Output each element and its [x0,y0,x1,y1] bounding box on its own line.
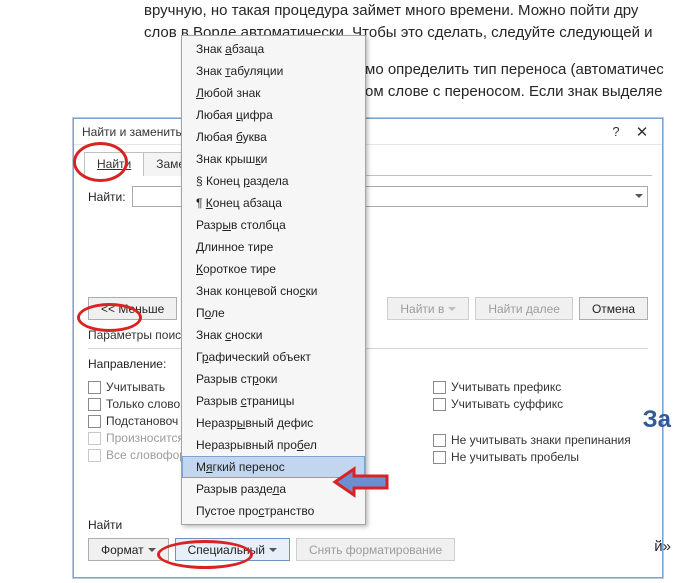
format-button[interactable]: Формат [88,538,169,561]
check-sounds [88,432,101,445]
check-prefix[interactable] [433,381,446,394]
find-in-button[interactable]: Найти в [387,297,469,320]
check-wildcard-label: Подстановоч [106,414,178,428]
menu-item-11[interactable]: Знак концевой сноски [182,280,365,302]
check-sounds-label: Произносится [106,431,184,445]
menu-item-13[interactable]: Знак сноски [182,324,365,346]
find-next-button[interactable]: Найти далее [475,297,573,320]
check-suffix[interactable] [433,398,446,411]
menu-item-16[interactable]: Разрыв страницы [182,390,365,412]
background-text-1: За [643,406,671,434]
menu-item-20[interactable]: Разрыв раздела [182,478,365,500]
close-button[interactable]: ✕ [630,122,654,142]
dialog-title: Найти и заменить [82,125,182,139]
check-case-label: Учитывать [106,380,165,394]
menu-item-4[interactable]: Любая буква [182,126,365,148]
tab-body: Найти: << Меньше Найти в Найти далее Отм… [84,175,652,475]
check-ignore-spaces[interactable] [433,451,446,464]
check-wordforms [88,449,101,462]
menu-item-12[interactable]: Поле [182,302,365,324]
check-ignore-punct[interactable] [433,434,446,447]
menu-item-9[interactable]: Длинное тире [182,236,365,258]
menu-item-21[interactable]: Пустое пространство [182,500,365,522]
menu-item-19[interactable]: Мягкий перенос [182,456,365,478]
tab-find[interactable]: Найти [84,152,144,176]
menu-item-5[interactable]: Знак крышки [182,148,365,170]
help-button[interactable]: ? [604,122,628,142]
direction-label: Направление: [88,357,166,371]
titlebar: Найти и заменить ? ✕ [74,119,662,145]
check-wholeword[interactable] [88,398,101,411]
article-paragraph-2: мо определить тип переноса (автоматичес … [365,59,671,103]
check-ignore-punct-label: Не учитывать знаки препинания [451,433,631,447]
tab-strip: Найти Заменить Перейти [74,145,662,175]
check-wholeword-label: Только слово [106,397,180,411]
check-ignore-spaces-label: Не учитывать пробелы [451,450,579,464]
check-prefix-label: Учитывать префикс [451,380,561,394]
check-suffix-label: Учитывать суффикс [451,397,563,411]
menu-item-2[interactable]: Любой знак [182,82,365,104]
menu-item-6[interactable]: § Конец раздела [182,170,365,192]
menu-item-15[interactable]: Разрыв строки [182,368,365,390]
menu-item-7[interactable]: ¶ Конец абзаца [182,192,365,214]
menu-item-18[interactable]: Неразрывный пробел [182,434,365,456]
special-menu: Знак абзацаЗнак табуляцииЛюбой знакЛюбая… [181,35,366,525]
check-case[interactable] [88,381,101,394]
less-button[interactable]: << Меньше [88,297,177,320]
menu-item-0[interactable]: Знак абзаца [182,38,365,60]
menu-item-3[interactable]: Любая цифра [182,104,365,126]
menu-item-17[interactable]: Неразрывный дефис [182,412,365,434]
check-wildcard[interactable] [88,415,101,428]
menu-item-10[interactable]: Короткое тире [182,258,365,280]
menu-item-1[interactable]: Знак табуляции [182,60,365,82]
check-wordforms-label: Все словофор [106,448,186,462]
cancel-button[interactable]: Отмена [579,297,648,320]
menu-item-14[interactable]: Графический объект [182,346,365,368]
find-label: Найти: [88,190,132,204]
background-text-2: й» [654,538,671,555]
clear-formatting-button[interactable]: Снять форматирование [296,538,455,561]
search-options-label: Параметры поиска [88,328,648,342]
menu-item-8[interactable]: Разрыв столбца [182,214,365,236]
special-button[interactable]: Специальный [175,538,290,561]
find-replace-dialog: Найти и заменить ? ✕ Найти Заменить Пере… [73,118,663,578]
